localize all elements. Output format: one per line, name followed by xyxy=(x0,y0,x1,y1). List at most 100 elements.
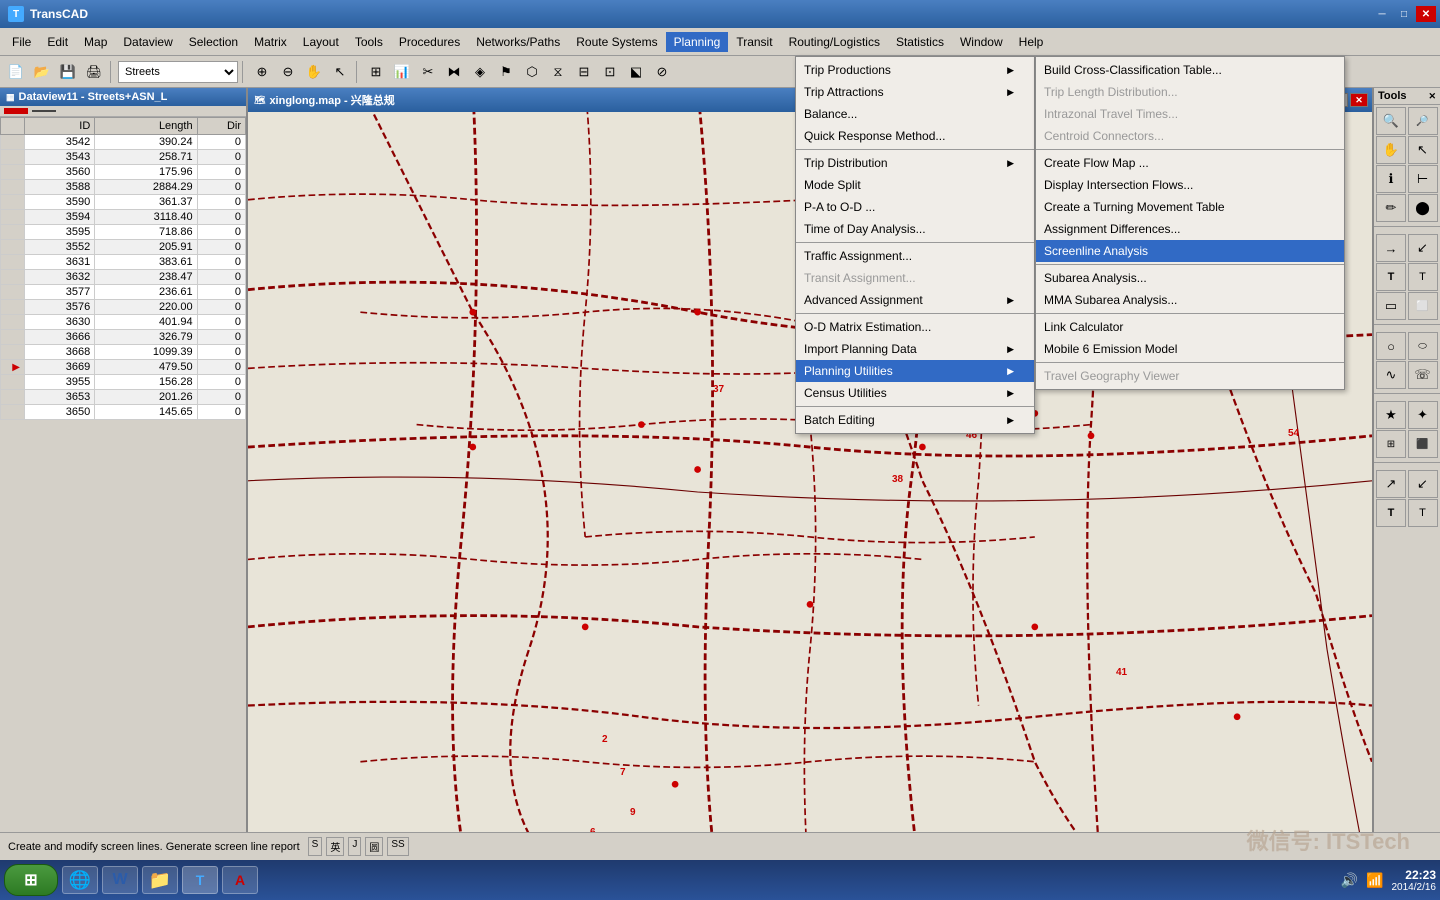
taskbar-explorer[interactable]: 📁 xyxy=(142,866,178,894)
tb-extra-12[interactable]: ⊘ xyxy=(650,60,674,84)
menu-item-layout[interactable]: Layout xyxy=(295,32,347,52)
planning-menu-item-mode-split[interactable]: Mode Split xyxy=(796,174,1034,196)
taskbar-transcad[interactable]: T xyxy=(182,866,218,894)
tb-extra-9[interactable]: ⊟ xyxy=(572,60,596,84)
menu-item-edit[interactable]: Edit xyxy=(39,32,76,52)
tool-select2[interactable]: ↙ xyxy=(1408,234,1438,262)
tb-extra-10[interactable]: ⊡ xyxy=(598,60,622,84)
planning-menu-item-trip-attractions[interactable]: Trip Attractions▶ xyxy=(796,81,1034,103)
tool-draw[interactable]: ✏ xyxy=(1376,194,1406,222)
tool-label1[interactable]: T xyxy=(1376,499,1406,527)
zoom-in-toolbar[interactable]: ⊕ xyxy=(250,60,274,84)
maximize-button[interactable]: □ xyxy=(1394,6,1414,22)
planning-utils-item-create-turning[interactable]: Create a Turning Movement Table xyxy=(1036,196,1344,218)
planning-menu-item-advanced-assignment[interactable]: Advanced Assignment▶ xyxy=(796,289,1034,311)
planning-menu-item-census-utilities[interactable]: Census Utilities▶ xyxy=(796,382,1034,404)
menu-item-map[interactable]: Map xyxy=(76,32,115,52)
tool-select[interactable]: ↖ xyxy=(1408,136,1438,164)
save-button[interactable]: 💾 xyxy=(56,60,80,84)
close-button[interactable]: ✕ xyxy=(1416,6,1436,22)
tool-pan[interactable]: ✋ xyxy=(1376,136,1406,164)
menu-item-dataview[interactable]: Dataview xyxy=(115,32,180,52)
planning-menu-item-trip-productions[interactable]: Trip Productions▶ xyxy=(796,59,1034,81)
tool-oval[interactable]: ⬭ xyxy=(1408,332,1438,360)
pan-toolbar[interactable]: ✋ xyxy=(302,60,326,84)
tool-cursor3[interactable]: ↗ xyxy=(1376,470,1406,498)
menu-item-networks[interactable]: Networks/Paths xyxy=(468,32,568,52)
tool-circle[interactable]: ○ xyxy=(1376,332,1406,360)
taskbar-clock[interactable]: 22:23 2014/2/16 xyxy=(1392,868,1437,893)
tool-image[interactable]: ⬛ xyxy=(1408,430,1438,458)
tb-extra-6[interactable]: ⚑ xyxy=(494,60,518,84)
planning-menu-item-balance[interactable]: Balance... xyxy=(796,103,1034,125)
print-button[interactable]: 🖨 xyxy=(82,60,106,84)
tool-compass[interactable]: ✦ xyxy=(1408,401,1438,429)
menu-item-help[interactable]: Help xyxy=(1011,32,1052,52)
tb-extra-7[interactable]: ⬡ xyxy=(520,60,544,84)
tool-rect[interactable]: ▭ xyxy=(1376,292,1406,320)
menu-item-route-systems[interactable]: Route Systems xyxy=(568,32,665,52)
tb-extra-4[interactable]: ⧓ xyxy=(442,60,466,84)
menu-item-procedures[interactable]: Procedures xyxy=(391,32,468,52)
menu-item-window[interactable]: Window xyxy=(952,32,1011,52)
tb-extra-11[interactable]: ⬕ xyxy=(624,60,648,84)
menu-item-matrix[interactable]: Matrix xyxy=(246,32,295,52)
planning-menu-item-planning-utilities[interactable]: Planning Utilities▶ xyxy=(796,360,1034,382)
planning-menu-item-traffic-assignment[interactable]: Traffic Assignment... xyxy=(796,245,1034,267)
menu-item-transit[interactable]: Transit xyxy=(728,32,780,52)
tool-wave[interactable]: ∿ xyxy=(1376,361,1406,389)
tb-extra-5[interactable]: ◈ xyxy=(468,60,492,84)
tool-rect2[interactable]: ⬜ xyxy=(1408,292,1438,320)
tool-cursor4[interactable]: ↙ xyxy=(1408,470,1438,498)
zoom-out-toolbar[interactable]: ⊖ xyxy=(276,60,300,84)
taskbar-acrobat[interactable]: A xyxy=(222,866,258,894)
planning-menu-item-trip-distribution[interactable]: Trip Distribution▶ xyxy=(796,152,1034,174)
tool-text2[interactable]: T xyxy=(1408,263,1438,291)
tool-grid[interactable]: ⊞ xyxy=(1376,430,1406,458)
menu-item-routing[interactable]: Routing/Logistics xyxy=(781,32,888,52)
minimize-button[interactable]: ─ xyxy=(1372,6,1392,22)
menu-item-statistics[interactable]: Statistics xyxy=(888,32,952,52)
tool-text1[interactable]: T xyxy=(1376,263,1406,291)
tb-extra-1[interactable]: ⊞ xyxy=(364,60,388,84)
open-button[interactable]: 📂 xyxy=(30,60,54,84)
start-button[interactable]: ⊞ xyxy=(4,864,58,896)
tool-node[interactable]: ⬤ xyxy=(1408,194,1438,222)
planning-utils-item-assignment-diff[interactable]: Assignment Differences... xyxy=(1036,218,1344,240)
planning-utils-item-build-cross[interactable]: Build Cross-Classification Table... xyxy=(1036,59,1344,81)
planning-utils-item-subarea[interactable]: Subarea Analysis... xyxy=(1036,267,1344,289)
planning-utils-item-display-intersection[interactable]: Display Intersection Flows... xyxy=(1036,174,1344,196)
taskbar-ie[interactable]: 🌐 xyxy=(62,866,98,894)
tool-zoom-out[interactable]: 🔎 xyxy=(1408,107,1438,135)
planning-utils-item-mobile6[interactable]: Mobile 6 Emission Model xyxy=(1036,338,1344,360)
planning-menu-item-quick-response[interactable]: Quick Response Method... xyxy=(796,125,1034,147)
tb-extra-8[interactable]: ⧖ xyxy=(546,60,570,84)
menu-item-planning[interactable]: Planning xyxy=(666,32,729,52)
tb-extra-2[interactable]: 📊 xyxy=(390,60,414,84)
planning-utils-item-create-flow[interactable]: Create Flow Map ... xyxy=(1036,152,1344,174)
map-close[interactable]: ✕ xyxy=(1350,93,1368,107)
tool-arrow[interactable]: → xyxy=(1376,234,1406,262)
select-toolbar[interactable]: ↖ xyxy=(328,60,352,84)
tb-extra-3[interactable]: ✂ xyxy=(416,60,440,84)
tools-close-icon[interactable]: ✕ xyxy=(1428,91,1436,102)
tool-star[interactable]: ★ xyxy=(1376,401,1406,429)
planning-menu-item-time-of-day[interactable]: Time of Day Analysis... xyxy=(796,218,1034,240)
tool-label2[interactable]: T xyxy=(1408,499,1438,527)
tool-measure[interactable]: ⊢ xyxy=(1408,165,1438,193)
menu-item-file[interactable]: File xyxy=(4,32,39,52)
new-button[interactable]: 📄 xyxy=(4,60,28,84)
planning-menu-item-batch-editing[interactable]: Batch Editing▶ xyxy=(796,409,1034,431)
planning-utils-item-mma-subarea[interactable]: MMA Subarea Analysis... xyxy=(1036,289,1344,311)
planning-utils-item-screenline[interactable]: Screenline Analysis xyxy=(1036,240,1344,262)
layer-combo[interactable]: Streets xyxy=(118,61,238,83)
planning-utils-item-link-calc[interactable]: Link Calculator xyxy=(1036,316,1344,338)
planning-menu-item-import-planning[interactable]: Import Planning Data▶ xyxy=(796,338,1034,360)
menu-item-tools[interactable]: Tools xyxy=(347,32,391,52)
taskbar-word[interactable]: W xyxy=(102,866,138,894)
tool-phone[interactable]: ☏ xyxy=(1408,361,1438,389)
tool-identify[interactable]: ℹ xyxy=(1376,165,1406,193)
planning-menu-item-od-matrix[interactable]: O-D Matrix Estimation... xyxy=(796,316,1034,338)
planning-menu-item-pa-to-od[interactable]: P-A to O-D ... xyxy=(796,196,1034,218)
tool-zoom-in[interactable]: 🔍 xyxy=(1376,107,1406,135)
